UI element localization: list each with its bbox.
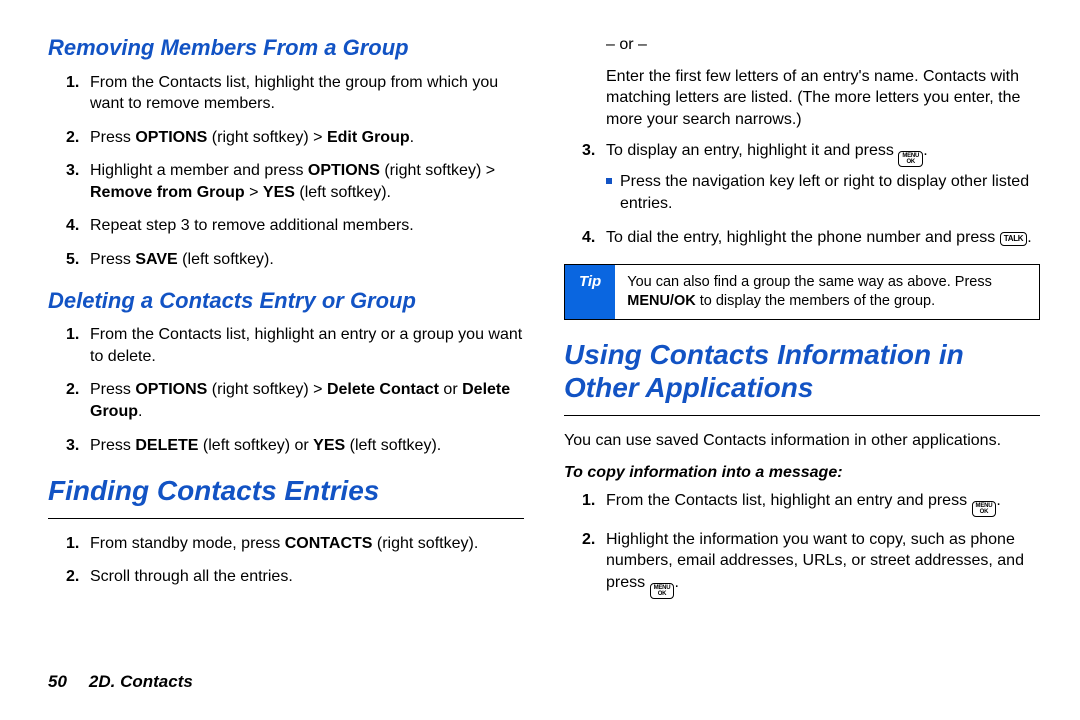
b: SAVE: [135, 251, 177, 268]
heading-finding-entries: Finding Contacts Entries: [48, 474, 524, 508]
t: (left softkey).: [178, 251, 274, 268]
or-description: Enter the first few letters of an entry'…: [564, 66, 1040, 131]
left-column: Removing Members From a Group From the C…: [48, 34, 524, 668]
steps-removing-members: From the Contacts list, highlight the gr…: [48, 72, 524, 271]
step: To dial the entry, highlight the phone n…: [606, 227, 1040, 249]
step: From the Contacts list, highlight the gr…: [90, 72, 524, 115]
t: or: [439, 381, 462, 398]
step: From the Contacts list, highlight an ent…: [90, 324, 524, 367]
b: CONTACTS: [285, 535, 373, 552]
t: .: [996, 492, 1000, 509]
t: (left softkey) or: [198, 437, 313, 454]
t: to display the members of the group.: [696, 293, 935, 309]
step: From the Contacts list, highlight an ent…: [606, 490, 1040, 517]
using-intro: You can use saved Contacts information i…: [564, 430, 1040, 452]
tip-callout: Tip You can also find a group the same w…: [564, 264, 1040, 320]
b: DELETE: [135, 437, 198, 454]
b: YES: [313, 437, 345, 454]
step: From standby mode, press CONTACTS (right…: [90, 533, 524, 555]
t: .: [138, 403, 142, 420]
step: Press OPTIONS (right softkey) > Edit Gro…: [90, 127, 524, 149]
talk-key-icon: TALK: [1000, 232, 1028, 246]
menu-ok-key-icon: MENUOK: [898, 151, 923, 167]
step: Repeat step 3 to remove additional membe…: [90, 215, 524, 237]
step-text: From the Contacts list, highlight the gr…: [90, 74, 498, 113]
or-marker: – or –: [564, 34, 1040, 56]
b: YES: [263, 184, 295, 201]
b: OPTIONS: [308, 162, 380, 179]
t: Highlight a member and press: [90, 162, 308, 179]
sub-bullet: Press the navigation key left or right t…: [606, 171, 1040, 214]
b: MENU/OK: [627, 293, 695, 309]
t: .: [410, 129, 414, 146]
section-rule: [564, 415, 1040, 416]
subheading-copy-info: To copy information into a message:: [564, 464, 1040, 482]
menu-ok-key-icon: MENUOK: [972, 501, 997, 517]
t: From standby mode, press: [90, 535, 285, 552]
b: Edit Group: [327, 129, 410, 146]
right-column: – or – Enter the first few letters of an…: [564, 34, 1040, 668]
two-column-layout: Removing Members From a Group From the C…: [48, 34, 1040, 668]
step: Scroll through all the entries.: [90, 566, 524, 588]
tip-label: Tip: [565, 265, 615, 319]
t: .: [674, 574, 678, 591]
t: From the Contacts list, highlight an ent…: [606, 492, 972, 509]
t: (right softkey) >: [207, 381, 327, 398]
b: Remove from Group: [90, 184, 245, 201]
page-footer: 50 2D. Contacts: [48, 672, 1040, 692]
steps-deleting-entry: From the Contacts list, highlight an ent…: [48, 324, 524, 456]
step: Highlight the information you want to co…: [606, 529, 1040, 599]
steps-copy-info: From the Contacts list, highlight an ent…: [564, 490, 1040, 599]
steps-finding-entries: From standby mode, press CONTACTS (right…: [48, 533, 524, 588]
heading-using-contacts: Using Contacts Information in Other Appl…: [564, 338, 1040, 405]
t: .: [923, 142, 927, 159]
heading-deleting-entry: Deleting a Contacts Entry or Group: [48, 287, 524, 315]
manual-page: Removing Members From a Group From the C…: [0, 0, 1080, 720]
t: You can also find a group the same way a…: [627, 274, 992, 290]
t: Press: [90, 129, 135, 146]
t: Press: [90, 381, 135, 398]
t: Press: [90, 251, 135, 268]
t: (right softkey).: [372, 535, 478, 552]
t: Press the navigation key left or right t…: [620, 173, 1029, 212]
step: Press SAVE (left softkey).: [90, 249, 524, 271]
t: Highlight the information you want to co…: [606, 531, 1024, 591]
steps-finding-continued: To display an entry, highlight it and pr…: [564, 140, 1040, 248]
heading-removing-members: Removing Members From a Group: [48, 34, 524, 62]
t: To dial the entry, highlight the phone n…: [606, 229, 1000, 246]
b: OPTIONS: [135, 381, 207, 398]
tip-body: You can also find a group the same way a…: [615, 265, 1039, 319]
step: Press OPTIONS (right softkey) > Delete C…: [90, 379, 524, 422]
t: (left softkey).: [295, 184, 391, 201]
t: To display an entry, highlight it and pr…: [606, 142, 898, 159]
menu-ok-key-icon: MENUOK: [650, 583, 675, 599]
b: Delete Contact: [327, 381, 439, 398]
step: Highlight a member and press OPTIONS (ri…: [90, 160, 524, 203]
t: >: [245, 184, 263, 201]
t: .: [1027, 229, 1031, 246]
step-text: From the Contacts list, highlight an ent…: [90, 326, 522, 365]
section-rule: [48, 518, 524, 519]
step: To display an entry, highlight it and pr…: [606, 140, 1040, 214]
t: Press: [90, 437, 135, 454]
step-text: Repeat step 3 to remove additional membe…: [90, 217, 414, 234]
t: (right softkey) >: [380, 162, 495, 179]
step: Press DELETE (left softkey) or YES (left…: [90, 435, 524, 457]
page-number: 50: [48, 672, 67, 692]
t: (right softkey) >: [207, 129, 327, 146]
section-title: 2D. Contacts: [89, 672, 193, 692]
step-text: Scroll through all the entries.: [90, 568, 293, 585]
t: (left softkey).: [345, 437, 441, 454]
b: OPTIONS: [135, 129, 207, 146]
